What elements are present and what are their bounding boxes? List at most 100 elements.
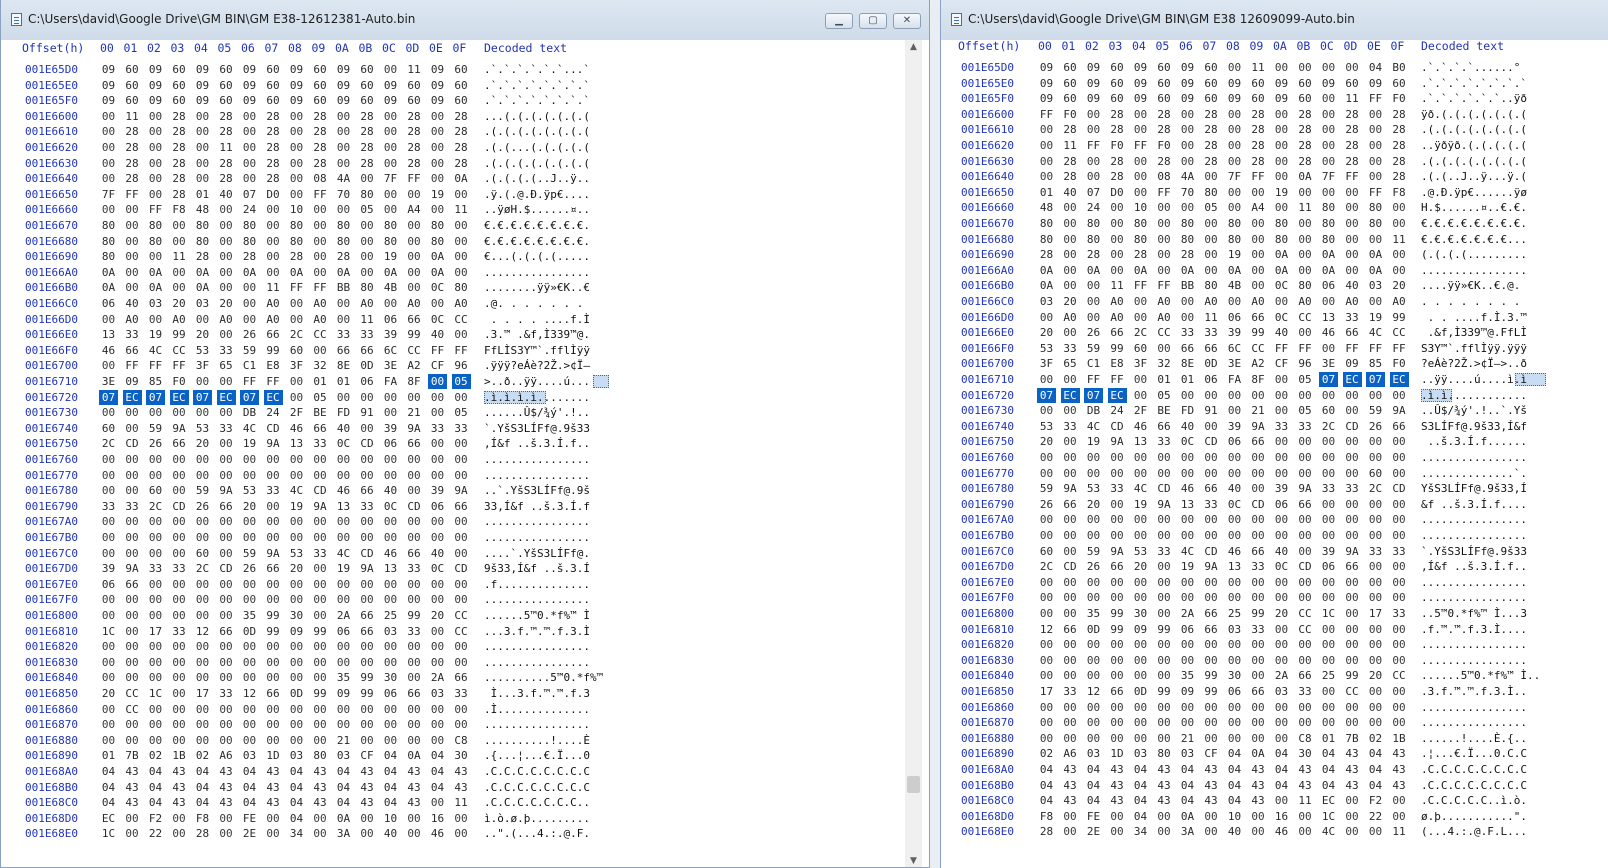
hex-byte[interactable]: 60 bbox=[1155, 91, 1174, 106]
hex-byte[interactable]: 19 bbox=[1131, 497, 1150, 512]
hex-byte[interactable]: 00 bbox=[1296, 247, 1315, 262]
hex-byte[interactable]: 1C bbox=[1319, 606, 1338, 621]
hex-byte[interactable]: 00 bbox=[1155, 247, 1174, 262]
hex-byte[interactable]: 66 bbox=[1343, 559, 1362, 574]
hex-byte[interactable]: 00 bbox=[170, 546, 189, 561]
hex-byte[interactable]: 00 bbox=[123, 826, 142, 841]
hex-byte[interactable]: 00 bbox=[123, 514, 142, 529]
hex-byte[interactable]: 00 bbox=[170, 733, 189, 748]
hex-byte[interactable]: 0A bbox=[1319, 263, 1338, 278]
hex-byte[interactable]: 1B bbox=[170, 748, 189, 763]
hex-byte[interactable]: 00 bbox=[1131, 590, 1150, 605]
hex-byte[interactable]: 09 bbox=[334, 686, 353, 701]
hex-byte[interactable]: 60 bbox=[452, 62, 471, 77]
hex-byte[interactable]: 99 bbox=[1202, 684, 1221, 699]
hex-byte[interactable]: 00 bbox=[1108, 668, 1127, 683]
hex-byte[interactable]: 05 bbox=[1155, 388, 1174, 403]
hex-row[interactable]: 001E6860 00 00 00 00 00 00 00 00 00 00 00 00 00 00 00 00… bbox=[941, 700, 1608, 715]
hex-byte[interactable]: B0 bbox=[1390, 60, 1409, 75]
hex-byte[interactable]: 28 bbox=[1061, 154, 1080, 169]
hex-byte[interactable]: 09 bbox=[1131, 60, 1150, 75]
hex-byte[interactable]: 02 bbox=[1366, 731, 1385, 746]
hex-byte[interactable]: 4C bbox=[334, 546, 353, 561]
hex-byte[interactable]: 66 bbox=[1108, 559, 1127, 574]
hex-byte[interactable]: 00 bbox=[1061, 232, 1080, 247]
hex-byte[interactable]: 00 bbox=[1272, 793, 1291, 808]
hex-row[interactable]: 001E67D0 2C CD 26 66 20 00 19 9A 13 33 0C CD 06 66 00 00… bbox=[941, 559, 1608, 574]
hex-byte[interactable]: 00 bbox=[1366, 294, 1385, 309]
hex-row[interactable]: 001E6660 48 00 24 00 10 00 00 05 00 A4 00 11 80 00 80 00… bbox=[941, 200, 1608, 215]
hex-row[interactable]: 001E6840 00 00 00 00 00 00 00 00 00 00 35 99 30 00 2A 66… bbox=[1, 670, 701, 685]
hex-byte[interactable]: 19 bbox=[240, 436, 259, 451]
hex-byte[interactable]: 00 bbox=[287, 592, 306, 607]
hex-byte[interactable]: 46 bbox=[1319, 325, 1338, 340]
hex-byte[interactable]: 00 bbox=[240, 514, 259, 529]
hex-byte[interactable]: 00 bbox=[1225, 200, 1244, 215]
hex-byte[interactable]: 00 bbox=[170, 577, 189, 592]
hex-byte[interactable]: 00 bbox=[123, 655, 142, 670]
hex-byte[interactable]: 00 bbox=[1178, 528, 1197, 543]
hex-byte[interactable]: 00 bbox=[1249, 185, 1268, 200]
hex-byte[interactable]: FF bbox=[1131, 138, 1150, 153]
hex-byte[interactable]: 04 bbox=[1037, 778, 1056, 793]
hex-byte[interactable]: 09 bbox=[1084, 60, 1103, 75]
hex-byte[interactable]: 00 bbox=[334, 577, 353, 592]
hex-byte[interactable]: 05 bbox=[311, 390, 330, 405]
hex-byte[interactable]: 00 bbox=[264, 202, 283, 217]
hex-byte[interactable]: 0A bbox=[1272, 247, 1291, 262]
hex-byte[interactable]: 28 bbox=[1108, 107, 1127, 122]
hex-byte[interactable]: C8 bbox=[452, 733, 471, 748]
hex-byte[interactable]: 28 bbox=[311, 140, 330, 155]
hex-byte[interactable]: 00 bbox=[1366, 653, 1385, 668]
hex-byte[interactable]: 28 bbox=[452, 109, 471, 124]
hex-byte[interactable]: 04 bbox=[1131, 793, 1150, 808]
hex-byte[interactable]: 60 bbox=[1296, 76, 1315, 91]
hex-byte[interactable]: 06 bbox=[99, 296, 118, 311]
hex-row[interactable]: 001E65F0 09 60 09 60 09 60 09 60 09 60 09 60 00 11 FF F0… bbox=[941, 91, 1608, 106]
hex-byte[interactable]: 09 bbox=[334, 93, 353, 108]
hex-byte[interactable]: FF bbox=[1084, 138, 1103, 153]
hex-byte[interactable]: CD bbox=[123, 436, 142, 451]
hex-byte[interactable]: 00 bbox=[99, 468, 118, 483]
hex-byte[interactable]: 00 bbox=[170, 608, 189, 623]
hex-byte[interactable]: 0C bbox=[428, 561, 447, 576]
hex-byte[interactable]: 00 bbox=[1131, 715, 1150, 730]
hex-byte[interactable]: 00 bbox=[428, 795, 447, 810]
hex-byte[interactable]: 00 bbox=[1343, 637, 1362, 652]
hex-byte[interactable]: 66 bbox=[405, 312, 424, 327]
hex-byte[interactable]: 59 bbox=[1366, 403, 1385, 418]
hex-byte[interactable]: 04 bbox=[1131, 778, 1150, 793]
hex-byte[interactable]: 00 bbox=[1390, 466, 1409, 481]
hex-byte[interactable]: 04 bbox=[146, 764, 165, 779]
hex-byte[interactable]: 00 bbox=[1249, 653, 1268, 668]
hex-byte[interactable]: 00 bbox=[1178, 310, 1197, 325]
hex-byte[interactable]: 4B bbox=[1225, 278, 1244, 293]
hex-byte[interactable]: 00 bbox=[123, 218, 142, 233]
hex-byte[interactable]: 00 bbox=[1155, 653, 1174, 668]
hex-byte[interactable]: 04 bbox=[334, 780, 353, 795]
hex-byte[interactable]: 28 bbox=[1131, 247, 1150, 262]
hex-byte[interactable]: 48 bbox=[1037, 200, 1056, 215]
hex-byte[interactable]: 28 bbox=[217, 156, 236, 171]
hex-byte[interactable]: 60 bbox=[217, 62, 236, 77]
hex-byte[interactable]: 66 bbox=[1343, 325, 1362, 340]
hex-byte[interactable]: 9A bbox=[1108, 544, 1127, 559]
hex-byte[interactable]: 9A bbox=[264, 436, 283, 451]
hex-byte[interactable]: 33 bbox=[311, 436, 330, 451]
hex-byte[interactable]: 09 bbox=[1225, 76, 1244, 91]
hex-byte[interactable]: 04 bbox=[1084, 793, 1103, 808]
hex-byte[interactable]: 00 bbox=[405, 218, 424, 233]
hex-byte[interactable]: 00 bbox=[1061, 263, 1080, 278]
hex-byte[interactable]: 00 bbox=[123, 249, 142, 264]
hex-byte[interactable]: 00 bbox=[1131, 653, 1150, 668]
hex-byte[interactable]: 0A bbox=[1296, 169, 1315, 184]
hex-byte[interactable]: 60 bbox=[1390, 76, 1409, 91]
hex-row[interactable]: 001E66B0 0A 00 00 11 FF FF BB 80 4B 00 0C 80 06 40 03 20… bbox=[941, 278, 1608, 293]
hex-row[interactable]: 001E6830 00 00 00 00 00 00 00 00 00 00 00 00 00 00 00 00… bbox=[1, 655, 701, 670]
hex-byte[interactable]: 0C bbox=[1272, 559, 1291, 574]
hex-byte[interactable]: 28 bbox=[123, 140, 142, 155]
hex-row[interactable]: 001E6670 80 00 80 00 80 00 80 00 80 00 80 00 80 00 80 00… bbox=[941, 216, 1608, 231]
hex-byte[interactable]: 13 bbox=[1131, 434, 1150, 449]
hex-byte[interactable]: 17 bbox=[146, 624, 165, 639]
hex-byte[interactable]: 2A bbox=[428, 670, 447, 685]
